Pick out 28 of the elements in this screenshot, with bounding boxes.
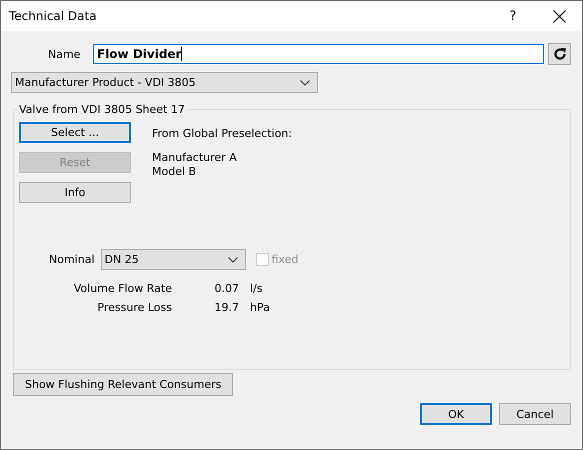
dialog-button[interactable]: Cancel xyxy=(499,403,571,425)
name-label: Name xyxy=(47,48,82,60)
reading-value: 0.07 xyxy=(214,282,239,295)
action-button[interactable]: Info xyxy=(19,182,131,203)
reading-unit: l/s xyxy=(249,282,264,295)
window-title: Technical Data xyxy=(9,9,97,23)
refresh-icon xyxy=(552,47,566,61)
name-field[interactable]: Flow Divider xyxy=(93,44,544,64)
help-button[interactable]: ? xyxy=(490,1,536,31)
dialog-button[interactable]: OK xyxy=(420,403,492,425)
source-dropdown[interactable]: Manufacturer Product - VDI 3805 xyxy=(11,72,318,93)
action-button[interactable]: Select ... xyxy=(19,122,131,143)
preselection-line: Manufacturer A xyxy=(152,151,238,165)
chevron-down-icon xyxy=(228,256,238,262)
reading-value: 19.7 xyxy=(214,301,239,314)
fixed-label: fixed xyxy=(272,253,298,266)
nominal-label: Nominal xyxy=(49,253,94,266)
chevron-down-icon xyxy=(300,80,310,86)
nominal-dropdown[interactable]: DN 25 xyxy=(100,249,246,270)
reading-label: Pressure Loss xyxy=(96,301,172,314)
preselection-heading: From Global Preselection: xyxy=(152,127,292,140)
flushing-button[interactable]: Show Flushing Relevant Consumers xyxy=(13,373,234,396)
reading-label: Volume Flow Rate xyxy=(72,282,172,295)
group-title: Valve from VDI 3805 Sheet 17 xyxy=(18,103,186,116)
close-icon xyxy=(552,10,566,22)
refresh-button[interactable] xyxy=(548,43,571,65)
reading-unit: hPa xyxy=(249,301,271,314)
preselection-line: Model B xyxy=(152,165,198,179)
